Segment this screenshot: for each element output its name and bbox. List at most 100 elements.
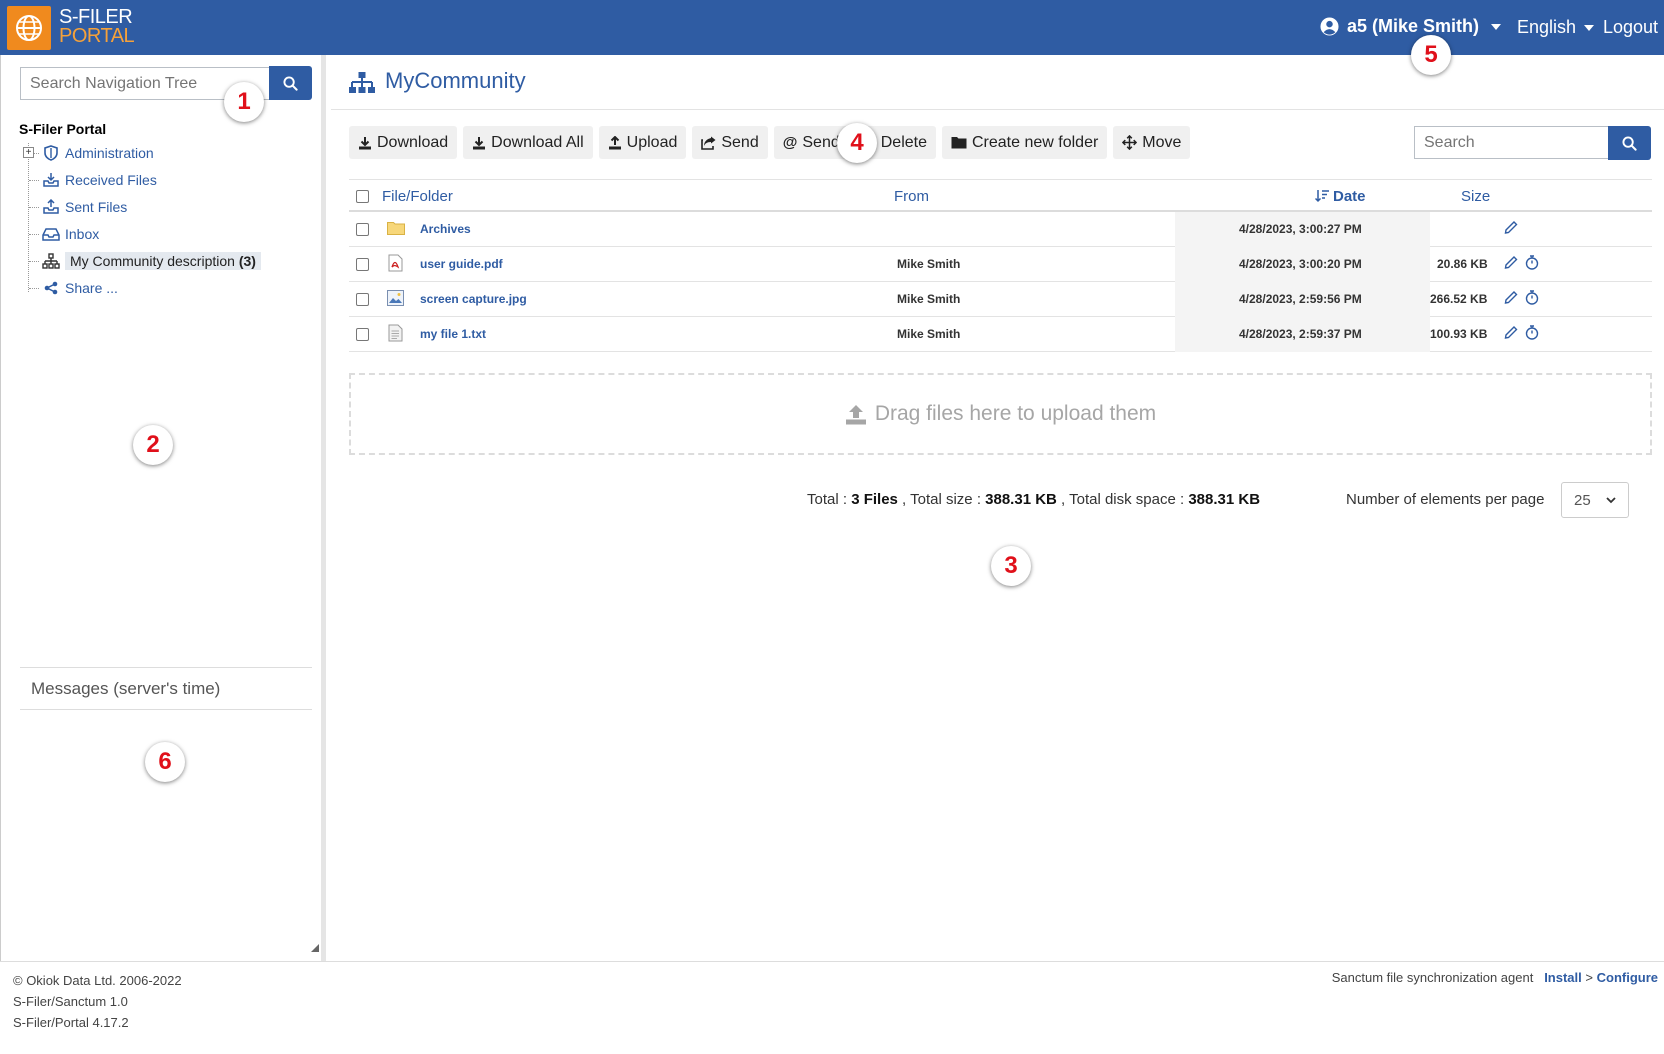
tree-item-label: Received Files [65,172,157,188]
file-name-link[interactable]: my file 1.txt [420,327,486,341]
nav-search-button[interactable] [269,66,312,100]
upload-button[interactable]: Upload [598,126,687,159]
tree-root[interactable]: S-Filer Portal [19,121,106,137]
column-date[interactable]: Date [1315,188,1366,205]
tree-item-label: My Community description (3) [65,252,261,270]
download-label: Download [377,133,449,151]
chevron-down-icon [1606,496,1616,503]
main-content: MyCommunity Download Download All Upload… [331,55,1664,961]
tree-item-share[interactable]: Share ... [29,277,118,299]
callout-badge: 2 [133,425,173,465]
logout-link[interactable]: Logout [1603,17,1658,38]
create-folder-button[interactable]: Create new folder [942,126,1108,159]
folder-icon [387,221,405,238]
tree-item-sent-files[interactable]: Sent Files [29,196,127,218]
agent-label: Sanctum file synchronization agent [1331,970,1534,985]
page-header: MyCommunity [331,55,1664,110]
folder-icon [951,137,967,149]
callout-badge: 5 [1411,35,1451,75]
file-size: 20.86 KB [1437,257,1488,271]
callout-badge: 6 [145,742,185,782]
pencil-icon[interactable] [1504,255,1518,270]
pencil-icon[interactable] [1504,325,1518,340]
stopwatch-icon[interactable] [1525,290,1539,305]
callout-badge: 1 [224,82,264,122]
expand-icon[interactable]: + [23,147,34,158]
download-icon [473,136,486,149]
version-sanctum: S-Filer/Sanctum 1.0 [13,994,128,1009]
column-from[interactable]: From [894,188,929,205]
move-button[interactable]: Move [1113,126,1191,159]
at-icon: @ [782,134,798,151]
upload-label: Upload [626,133,678,151]
stopwatch-icon[interactable] [1525,325,1539,340]
row-checkbox[interactable] [356,293,369,306]
tree-item-inbox[interactable]: Inbox [29,223,99,245]
file-search-input[interactable] [1414,126,1609,159]
text-file-icon [388,324,403,345]
file-date: 4/28/2023, 3:00:27 PM [1239,222,1362,236]
sitemap-icon [41,252,61,270]
footer: © Okiok Data Ltd. 2006-2022 S-Filer/Sanc… [0,961,1664,1054]
upload-icon [608,135,621,149]
stopwatch-icon[interactable] [1525,255,1539,270]
file-from: Mike Smith [897,327,961,341]
row-checkbox[interactable] [356,223,369,236]
file-date: 4/28/2023, 2:59:56 PM [1239,292,1362,306]
table-row[interactable]: Archives 4/28/2023, 3:00:27 PM [349,212,1652,247]
file-table: File/Folder From Date Size Archives 4/28… [349,179,1652,352]
version-portal: S-Filer/Portal 4.17.2 [13,1015,129,1030]
send-label: Send [721,133,759,151]
language-menu[interactable]: English [1517,17,1595,38]
file-name-link[interactable]: user guide.pdf [420,257,503,271]
pencil-icon[interactable] [1504,290,1518,305]
send-button[interactable]: Send [692,126,768,159]
download-icon [359,136,371,149]
table-row[interactable]: my file 1.txt Mike Smith 4/28/2023, 2:59… [349,317,1652,352]
select-all-checkbox[interactable] [356,190,369,203]
tree-item-received-files[interactable]: Received Files [29,169,157,191]
file-name-link[interactable]: screen capture.jpg [420,292,527,306]
share-square-icon [701,136,716,150]
per-page-select[interactable]: 25 [1561,482,1629,518]
shield-icon [41,144,61,162]
upload-dropzone[interactable]: Drag files here to upload them [349,373,1652,455]
configure-link[interactable]: Configure [1597,970,1658,985]
logo-globe-icon[interactable] [7,6,51,50]
tree-item-administration[interactable]: Administration [29,142,154,164]
tree-item-label: Inbox [65,226,100,242]
download-all-button[interactable]: Download All [463,126,593,159]
logo-line2: PORTAL [59,25,135,47]
chevron-down-icon [1584,24,1595,31]
send-email-label: Send [802,133,840,151]
table-row[interactable]: screen capture.jpg Mike Smith 4/28/2023,… [349,282,1652,317]
copyright-text: © Okiok Data Ltd. 2006-2022 [13,973,182,988]
row-checkbox[interactable] [356,328,369,341]
search-icon [1622,135,1637,151]
upload-icon [845,405,866,425]
file-size: 266.52 KB [1430,292,1488,306]
tree-item-my-community[interactable]: My Community description (3) [29,250,261,272]
file-name-link[interactable]: Archives [420,222,471,236]
image-file-icon [387,290,404,309]
user-menu[interactable]: a5 (Mike Smith) [1320,16,1502,37]
total-disk-space: 388.31 KB [1188,491,1261,508]
column-file[interactable]: File/Folder [382,188,453,205]
download-button[interactable]: Download [349,126,458,159]
table-row[interactable]: user guide.pdf Mike Smith 4/28/2023, 3:0… [349,247,1652,282]
item-count: (3) [238,253,256,269]
page-title: MyCommunity [385,68,526,93]
tree-item-label: Sent Files [65,199,128,215]
install-link[interactable]: Install [1544,970,1582,985]
total-files: 3 Files [851,491,898,508]
resize-handle[interactable] [311,944,319,952]
file-size: 100.93 KB [1430,327,1488,341]
file-search-button[interactable] [1608,126,1651,160]
tree-item-label: Share ... [65,280,118,296]
logo-text[interactable]: S-FILER PORTAL [59,7,135,47]
agent-links: Sanctum file synchronization agent Insta… [1332,970,1658,985]
chevron-down-icon [1491,23,1502,30]
column-size[interactable]: Size [1461,188,1490,205]
row-checkbox[interactable] [356,258,369,271]
pencil-icon[interactable] [1504,220,1518,235]
